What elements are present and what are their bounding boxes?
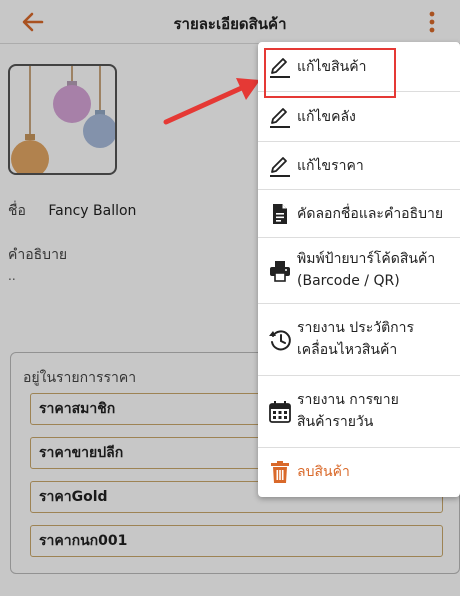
menu-label: พิมพ์ป้ายบาร์โค้ดสินค้า (Barcode / QR) bbox=[297, 251, 436, 289]
menu-label: แก้ไขคลัง bbox=[297, 109, 356, 125]
trash-icon bbox=[271, 461, 289, 483]
menu-edit-price[interactable]: แก้ไขราคา bbox=[258, 142, 460, 190]
menu-copy-name-description[interactable]: คัดลอกชื่อและคำอธิบาย bbox=[258, 190, 460, 238]
menu-label: คัดลอกชื่อและคำอธิบาย bbox=[297, 206, 444, 222]
printer-icon bbox=[270, 261, 290, 282]
options-menu: แก้ไขสินค้า แก้ไขคลัง แก้ไขราคา คัดลอกชื… bbox=[258, 42, 460, 497]
pencil-icon bbox=[270, 157, 290, 177]
menu-label: แก้ไขราคา bbox=[297, 158, 364, 174]
menu-daily-sales-report[interactable]: รายงาน การขาย สินค้ารายวัน bbox=[258, 376, 460, 448]
history-icon bbox=[269, 330, 291, 351]
pencil-icon bbox=[270, 108, 290, 128]
calendar-icon bbox=[269, 401, 291, 423]
annotation-arrow-icon bbox=[163, 78, 260, 125]
highlight-frame bbox=[264, 48, 396, 98]
menu-print-barcode[interactable]: พิมพ์ป้ายบาร์โค้ดสินค้า (Barcode / QR) bbox=[258, 238, 460, 304]
menu-delete-product[interactable]: ลบสินค้า bbox=[258, 448, 460, 497]
menu-stock-movement-report[interactable]: รายงาน ประวัติการ เคลื่อนไหวสินค้า bbox=[258, 304, 460, 376]
menu-label: รายงาน ประวัติการ เคลื่อนไหวสินค้า bbox=[297, 320, 415, 358]
menu-edit-stock[interactable]: แก้ไขคลัง bbox=[258, 92, 460, 142]
menu-label: รายงาน การขาย สินค้ารายวัน bbox=[297, 392, 399, 430]
document-icon bbox=[273, 204, 287, 224]
menu-label: ลบสินค้า bbox=[297, 464, 350, 480]
